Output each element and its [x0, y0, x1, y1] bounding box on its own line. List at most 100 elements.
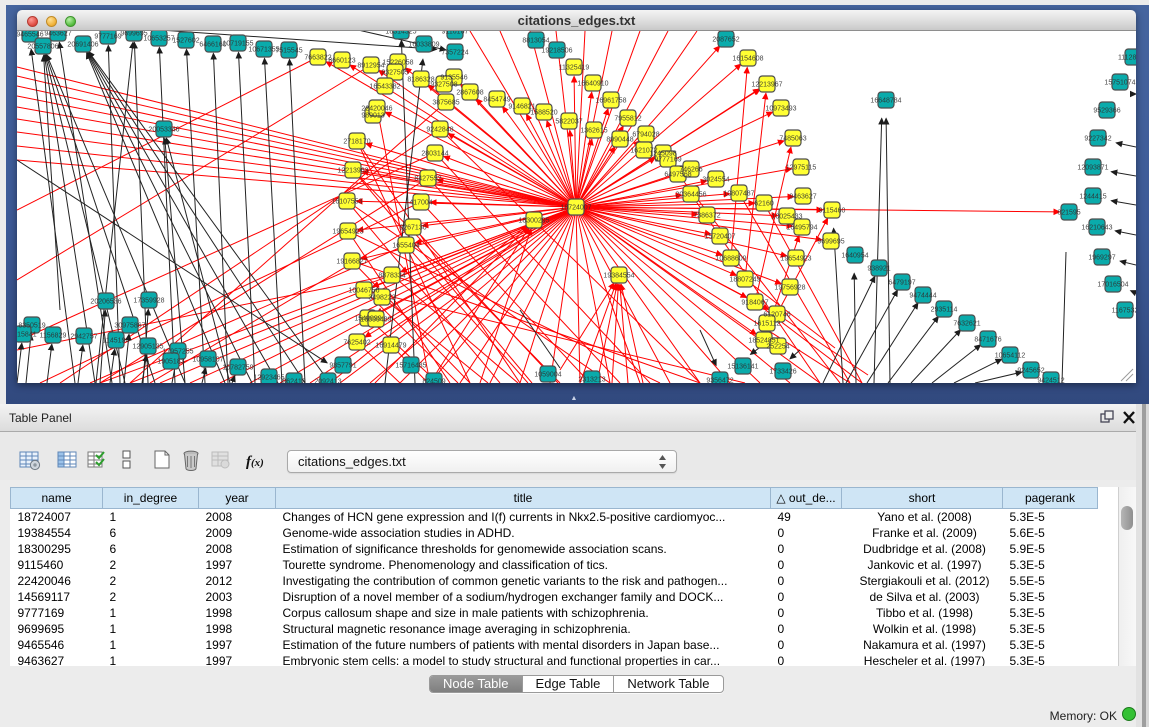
svg-text:18724007: 18724007 — [560, 205, 591, 212]
svg-text:15716485: 15716485 — [395, 363, 426, 370]
svg-text:16640910: 16640910 — [577, 81, 608, 88]
svg-text:16033809: 16033809 — [408, 42, 439, 49]
svg-text:12093871: 12093871 — [1077, 165, 1108, 172]
svg-text:10807487: 10807487 — [723, 191, 754, 198]
svg-text:19166827: 19166827 — [336, 259, 367, 266]
svg-text:16543382: 16543382 — [369, 84, 400, 91]
svg-text:8813054: 8813054 — [522, 38, 549, 45]
svg-text:10653257: 10653257 — [143, 36, 174, 43]
svg-text:1640954: 1640954 — [841, 253, 868, 260]
svg-text:15226058: 15226058 — [382, 60, 413, 67]
svg-text:9463627: 9463627 — [44, 31, 71, 38]
svg-text:30975867: 30975867 — [114, 323, 145, 330]
svg-text:15720407: 15720407 — [704, 234, 735, 241]
svg-text:17957255: 17957255 — [162, 349, 193, 356]
svg-text:9465546: 9465546 — [17, 32, 44, 39]
svg-text:62160: 62160 — [754, 201, 774, 208]
svg-text:3024554: 3024554 — [702, 177, 729, 184]
svg-text:9857791: 9857791 — [329, 363, 356, 370]
svg-text:10973493: 10973493 — [765, 106, 796, 113]
svg-text:19654923: 19654923 — [780, 256, 811, 263]
svg-text:2718170: 2718170 — [343, 139, 370, 146]
svg-text:2942757: 2942757 — [70, 334, 97, 341]
svg-text:746266: 746266 — [679, 167, 702, 174]
svg-text:10654112: 10654112 — [995, 353, 1026, 360]
svg-text:8990448: 8990448 — [606, 137, 633, 144]
svg-text:1527602: 1527602 — [172, 38, 199, 45]
svg-text:1244415: 1244415 — [1079, 194, 1106, 201]
svg-text:3498222: 3498222 — [368, 295, 395, 302]
svg-text:962412: 962412 — [282, 379, 305, 384]
svg-text:18314325: 18314325 — [385, 31, 416, 36]
svg-text:2087652: 2087652 — [712, 37, 739, 44]
svg-text:7632621: 7632621 — [953, 321, 980, 328]
svg-text:6794028: 6794028 — [632, 132, 659, 139]
svg-text:7485063: 7485063 — [779, 136, 806, 143]
svg-text:2803144: 2803144 — [421, 151, 448, 158]
svg-text:989013: 989013 — [361, 113, 384, 120]
svg-text:8350519: 8350519 — [18, 323, 45, 330]
svg-text:18807249: 18807249 — [729, 277, 760, 284]
svg-text:10688609: 10688609 — [715, 256, 746, 263]
svg-text:19218506: 19218506 — [541, 48, 572, 55]
svg-text:20557806: 20557806 — [27, 44, 58, 51]
svg-text:7357224: 7357224 — [441, 50, 468, 57]
svg-text:12975115: 12975115 — [786, 165, 817, 172]
svg-text:3875685: 3875685 — [432, 100, 459, 107]
svg-text:2092413: 2092413 — [314, 379, 341, 384]
svg-text:8267130: 8267130 — [399, 225, 426, 232]
svg-text:16495794: 16495794 — [786, 225, 817, 232]
svg-text:15136141: 15136141 — [727, 364, 758, 371]
svg-text:16961758: 16961758 — [595, 98, 626, 105]
svg-text:1733426: 1733426 — [769, 369, 796, 376]
svg-text:9356472: 9356472 — [706, 378, 733, 384]
svg-text:12923465: 12923465 — [253, 375, 284, 382]
svg-text:1167532: 1167532 — [1112, 308, 1136, 315]
svg-text:16648784: 16648784 — [870, 98, 901, 105]
svg-text:2935114: 2935114 — [931, 307, 958, 314]
svg-text:6120746: 6120746 — [763, 312, 790, 319]
svg-text:9327508: 9327508 — [430, 82, 457, 89]
svg-text:2313213: 2313213 — [578, 377, 605, 384]
svg-text:20691406: 20691406 — [67, 42, 98, 49]
svg-text:7625402: 7625402 — [343, 340, 370, 347]
svg-text:16099489: 16099489 — [360, 317, 391, 324]
svg-text:1655404: 1655404 — [392, 243, 419, 250]
svg-text:12905135: 12905135 — [132, 344, 163, 351]
svg-text:12213963: 12213963 — [337, 168, 368, 175]
svg-text:20206536: 20206536 — [90, 299, 121, 306]
svg-text:7955812: 7955812 — [614, 116, 641, 123]
svg-text:8660123: 8660123 — [328, 58, 355, 65]
svg-text:9777169: 9777169 — [94, 34, 121, 41]
svg-text:1615112: 1615112 — [754, 321, 781, 328]
svg-text:9135546: 9135546 — [440, 75, 467, 82]
svg-text:2867608: 2867608 — [456, 90, 483, 97]
svg-text:252254: 252254 — [766, 344, 789, 351]
svg-text:5822037: 5822037 — [555, 119, 582, 126]
svg-text:1588520: 1588520 — [530, 110, 557, 117]
svg-text:824509: 824509 — [422, 379, 445, 384]
svg-text:9242848: 9242848 — [426, 127, 453, 134]
svg-text:938921: 938921 — [867, 266, 890, 273]
svg-text:17016504: 17016504 — [1097, 282, 1128, 289]
svg-text:9424512: 9424512 — [1037, 378, 1064, 384]
svg-text:3915841: 3915841 — [17, 332, 37, 339]
svg-text:9227342: 9227342 — [1084, 136, 1111, 143]
svg-text:10958107: 10958107 — [192, 357, 223, 364]
svg-text:16107553: 16107553 — [331, 199, 362, 206]
svg-text:17359928: 17359928 — [133, 298, 164, 305]
svg-text:20364456: 20364456 — [675, 192, 706, 199]
svg-text:19756928: 19756928 — [774, 285, 805, 292]
svg-text:9699695: 9699695 — [817, 239, 844, 246]
svg-text:8427552: 8427552 — [414, 176, 441, 183]
svg-text:9184067: 9184067 — [741, 300, 768, 307]
svg-text:7515545: 7515545 — [275, 48, 302, 55]
svg-text:9115460: 9115460 — [819, 208, 846, 215]
svg-text:417004: 417004 — [409, 200, 432, 207]
svg-text:6479197: 6479197 — [888, 280, 915, 287]
svg-text:16210643: 16210643 — [1081, 225, 1112, 232]
svg-text:821595: 821595 — [1057, 210, 1080, 217]
svg-text:f(x): f(x) — [246, 454, 264, 470]
svg-text:8471676: 8471676 — [974, 337, 1001, 344]
svg-text:10025433: 10025433 — [771, 214, 802, 221]
